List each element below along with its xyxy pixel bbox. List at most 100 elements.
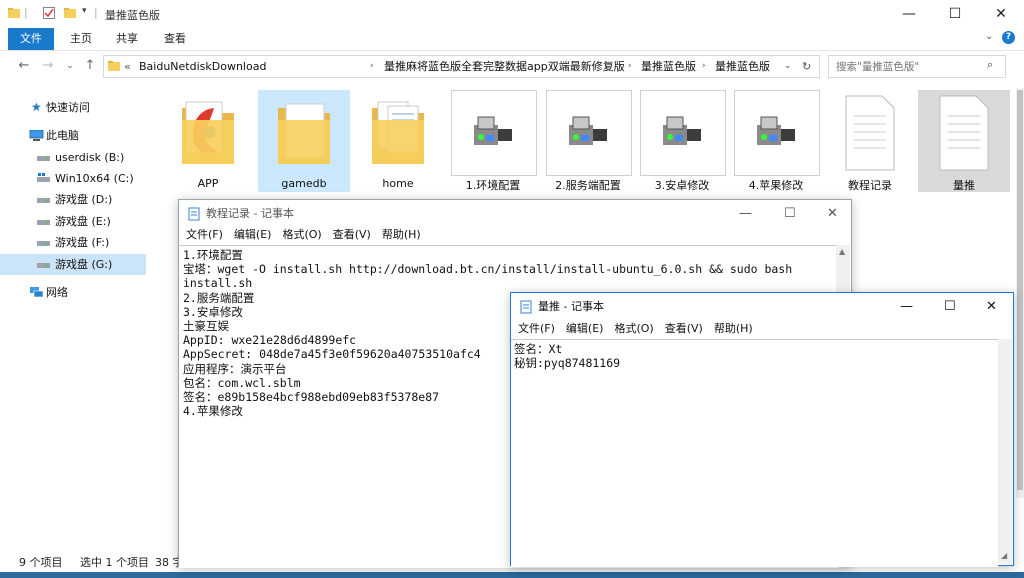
menu-edit[interactable]: 编辑(E) — [234, 228, 272, 241]
back-button[interactable]: ← — [14, 57, 34, 75]
notepad-scrollbar[interactable]: ◢ — [998, 339, 1012, 564]
sidebar-item-this-pc[interactable]: 此电脑 — [0, 125, 146, 146]
menu-file[interactable]: 文件(F) — [518, 322, 555, 335]
drive-icon — [37, 198, 50, 203]
breadcrumb-separator-icon[interactable]: › — [628, 56, 632, 77]
help-icon[interactable]: ? — [1002, 31, 1015, 44]
sidebar-item-drive-d[interactable]: 游戏盘 (D:) — [0, 189, 146, 210]
taskbar-edge — [0, 572, 1024, 578]
menu-view[interactable]: 查看(V) — [665, 322, 703, 335]
menu-edit[interactable]: 编辑(E) — [566, 322, 604, 335]
menu-format[interactable]: 格式(O) — [614, 322, 653, 335]
file-item[interactable]: 教程记录 — [824, 90, 916, 192]
file-item[interactable]: 量推 — [918, 90, 1010, 192]
menu-file[interactable]: 文件(F) — [186, 228, 223, 241]
resize-grip-icon[interactable]: ◢ — [1001, 551, 1007, 560]
sidebar-item-label: 此电脑 — [46, 129, 79, 142]
file-thumbnail — [451, 90, 537, 176]
explorer-title-bar: | ▾ | 量推蓝色版 — ☐ ✕ — [0, 0, 1024, 28]
text-file-icon — [939, 95, 989, 171]
notepad-text-area[interactable]: 签名：Xt 秘钥:pyq87481169 — [511, 339, 998, 567]
close-button[interactable]: ✕ — [986, 293, 997, 321]
sidebar-item-drive-b[interactable]: userdisk (B:) — [0, 147, 146, 168]
menu-help[interactable]: 帮助(H) — [382, 228, 421, 241]
breadcrumb-item[interactable]: 量推蓝色版 — [715, 56, 770, 77]
sidebar-item-label: 游戏盘 (D:) — [55, 193, 113, 206]
tab-share[interactable]: 共享 — [104, 28, 150, 50]
window-title: 量推蓝色版 — [105, 9, 160, 22]
file-label: APP — [197, 177, 219, 190]
file-item[interactable]: 1.环境配置 — [447, 90, 539, 192]
sidebar-item-drive-c[interactable]: Win10x64 (C:) — [0, 168, 146, 189]
minimize-button[interactable]: — — [900, 293, 913, 321]
explorer-scrollbar-thumb[interactable] — [1017, 90, 1023, 490]
forward-button[interactable]: → — [38, 57, 58, 75]
tab-home[interactable]: 主页 — [58, 28, 104, 50]
sidebar-item-label: 快速访问 — [46, 101, 90, 114]
text-line: 秘钥:pyq87481169 — [514, 356, 621, 371]
close-button[interactable]: ✕ — [978, 0, 1024, 28]
menu-help[interactable]: 帮助(H) — [714, 322, 753, 335]
file-label: 3.安卓修改 — [654, 179, 710, 192]
tab-file[interactable]: 文件 — [8, 28, 54, 50]
breadcrumb-separator-icon[interactable]: › — [702, 56, 706, 77]
breadcrumb-separator-icon[interactable]: › — [370, 56, 374, 77]
sidebar-item-label: 游戏盘 (G:) — [55, 258, 113, 271]
minimize-button[interactable]: — — [886, 0, 932, 28]
notepad-icon — [520, 300, 532, 314]
address-history-icon[interactable]: ⌄ — [784, 56, 792, 77]
customize-quick-access-icon[interactable]: ▾ — [82, 6, 87, 16]
sidebar-item-quick-access[interactable]: ★ 快速访问 — [0, 97, 146, 118]
recent-locations-icon[interactable]: ⌄ — [60, 57, 80, 75]
file-item[interactable]: APP — [162, 90, 254, 192]
file-item[interactable]: gamedb — [258, 90, 350, 192]
search-icon[interactable]: ⌕ — [987, 58, 993, 72]
breadcrumb-item[interactable]: BaiduNetdiskDownload — [139, 56, 266, 77]
tab-view[interactable]: 查看 — [152, 28, 198, 50]
notepad-title-bar: 教程记录 - 记事本 — ☐ ✕ — [179, 200, 851, 228]
drive-icon — [37, 263, 50, 268]
breadcrumb-item[interactable]: 量推蓝色版 — [641, 56, 696, 77]
close-button[interactable]: ✕ — [827, 200, 838, 228]
titlebar-separator: | — [24, 6, 28, 19]
maximize-button[interactable]: ☐ — [944, 293, 956, 321]
sidebar-item-drive-e[interactable]: 游戏盘 (E:) — [0, 211, 146, 232]
notepad-title-bar: 量推 - 记事本 — ☐ ✕ — [511, 293, 1013, 321]
properties-icon[interactable] — [43, 7, 55, 19]
sidebar-item-drive-f[interactable]: 游戏盘 (F:) — [0, 232, 146, 253]
menu-format[interactable]: 格式(O) — [282, 228, 321, 241]
sidebar-item-label: 游戏盘 (F:) — [55, 236, 110, 249]
new-folder-icon[interactable] — [64, 7, 76, 19]
breadcrumb-overflow-icon[interactable]: « — [124, 56, 131, 77]
sidebar-item-label: 网络 — [46, 286, 68, 299]
script-icon — [474, 116, 512, 145]
computer-icon — [29, 130, 44, 141]
breadcrumb-item[interactable]: 量推麻将蓝色版全套完整数据app双端最新修复版 — [384, 56, 625, 77]
file-thumbnail — [640, 90, 726, 176]
ribbon-tabs: 文件 主页 共享 查看 ⌄ ? — [0, 28, 1024, 51]
folder-icon — [108, 61, 120, 71]
maximize-button[interactable]: ☐ — [932, 0, 978, 28]
file-label: 教程记录 — [848, 179, 892, 192]
menu-view[interactable]: 查看(V) — [333, 228, 371, 241]
expand-ribbon-icon[interactable]: ⌄ — [985, 31, 993, 42]
file-item[interactable]: 3.安卓修改 — [636, 90, 728, 192]
sidebar-item-label: Win10x64 (C:) — [55, 172, 134, 185]
refresh-icon[interactable]: ↻ — [802, 56, 811, 77]
windows-drive-icon — [37, 173, 50, 182]
app-folder-icon — [182, 101, 234, 164]
titlebar-separator: | — [94, 6, 98, 19]
minimize-button[interactable]: — — [739, 200, 752, 228]
file-label: 量推 — [953, 179, 975, 192]
maximize-button[interactable]: ☐ — [784, 200, 796, 228]
sidebar-item-network[interactable]: 网络 — [0, 282, 146, 303]
file-item[interactable]: 2.服务端配置 — [542, 90, 634, 192]
address-bar[interactable]: « BaiduNetdiskDownload › 量推麻将蓝色版全套完整数据ap… — [103, 55, 820, 78]
file-item[interactable]: home — [352, 90, 444, 192]
file-item[interactable]: 4.苹果修改 — [730, 90, 822, 192]
file-label: 1.环境配置 — [465, 179, 521, 192]
up-button[interactable]: ↑ — [80, 57, 100, 75]
search-input[interactable] — [834, 56, 978, 77]
scroll-up-icon[interactable]: ▲ — [839, 247, 845, 256]
sidebar-item-drive-g[interactable]: 游戏盘 (G:) — [0, 254, 146, 275]
